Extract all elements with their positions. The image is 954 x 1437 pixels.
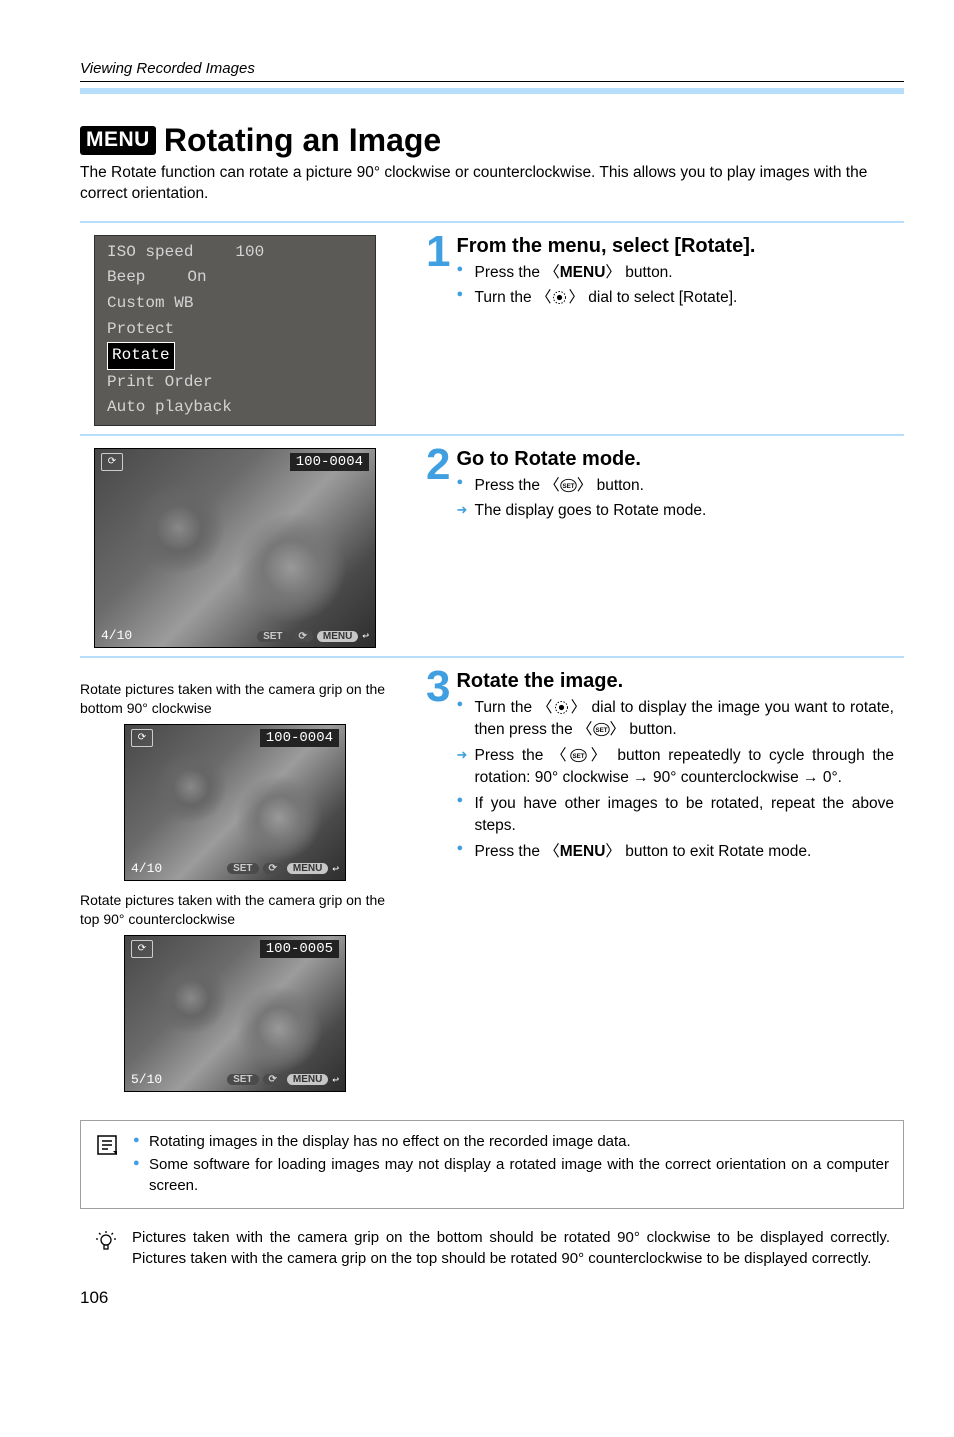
preview-caption: Rotate pictures taken with the camera gr…: [80, 680, 390, 718]
tip-box: Pictures taken with the camera grip on t…: [80, 1223, 904, 1275]
svg-text:SET: SET: [562, 483, 574, 490]
image-preview: ⟳ 100-0004 4/10 SET ⟳ MENU ↩: [94, 448, 376, 648]
rotate-icon: ⟳: [101, 453, 123, 471]
note-item: Some software for loading images may not…: [133, 1154, 889, 1196]
menu-pill: MENU: [317, 631, 358, 642]
step-3-title: Rotate the image.: [456, 670, 894, 693]
svg-text:SET: SET: [573, 753, 585, 760]
step-number-3: 3: [426, 670, 450, 704]
menu-pill: MENU: [287, 1074, 328, 1085]
step-2-title: Go to Rotate mode.: [456, 448, 894, 471]
step-3-bullet: Turn the 〈〉 dial to display the image yo…: [456, 697, 894, 742]
menu-badge: MENU: [80, 126, 156, 155]
rotate-icon: ⟳: [131, 729, 153, 747]
menu-item-selected: Rotate: [107, 342, 175, 370]
rotate-pill: ⟳: [263, 863, 283, 874]
note-box: Rotating images in the display has no ef…: [80, 1120, 904, 1209]
step-2-result: The display goes to Rotate mode.: [456, 500, 894, 522]
intro-text: The Rotate function can rotate a picture…: [80, 163, 904, 205]
step-1-bullet: Turn the 〈〉 dial to select [Rotate].: [456, 287, 894, 309]
image-counter: 4/10: [131, 861, 162, 876]
step-3-bullet: Press the 〈MENU〉 button to exit Rotate m…: [456, 841, 894, 863]
menu-item-value: 100: [235, 240, 264, 266]
menu-item-label: Custom WB: [107, 291, 193, 317]
set-pill: SET: [257, 631, 288, 642]
rotate-pill: ⟳: [263, 1074, 283, 1085]
step-number-2: 2: [426, 448, 450, 482]
menu-item-label: Auto playback: [107, 395, 232, 421]
dial-icon: [551, 290, 568, 305]
menu-button-text: MENU: [560, 843, 606, 860]
svg-text:SET: SET: [595, 727, 607, 734]
tip-icon: [94, 1227, 118, 1257]
page-title: Rotating an Image: [164, 122, 441, 159]
preview-caption: Rotate pictures taken with the camera gr…: [80, 891, 390, 929]
note-item: Rotating images in the display has no ef…: [133, 1131, 889, 1152]
image-counter: 4/10: [101, 628, 132, 643]
set-icon: SET: [560, 478, 577, 493]
set-icon: SET: [570, 748, 587, 763]
set-icon: SET: [593, 722, 610, 737]
set-pill: SET: [227, 863, 258, 874]
image-preview-small: ⟳ 100-0005 5/10 SET ⟳ MENU ↩: [124, 935, 346, 1092]
image-counter: 5/10: [131, 1072, 162, 1087]
image-id: 100-0004: [290, 453, 369, 471]
header-divider: [80, 88, 904, 94]
return-icon: ↩: [362, 629, 369, 643]
image-id: 100-0005: [260, 940, 339, 958]
tip-text: Pictures taken with the camera grip on t…: [132, 1227, 890, 1271]
breadcrumb: Viewing Recorded Images: [80, 60, 904, 82]
step-3-bullet: If you have other images to be rotated, …: [456, 793, 894, 838]
note-icon: [95, 1131, 119, 1161]
step-number-1: 1: [426, 235, 450, 269]
image-preview-small: ⟳ 100-0004 4/10 SET ⟳ MENU ↩: [124, 724, 346, 881]
camera-menu-screenshot: ISO speed 100 Beep On Custom WB Protect Ro…: [94, 235, 376, 426]
menu-pill: MENU: [287, 863, 328, 874]
set-pill: SET: [227, 1074, 258, 1085]
rotate-pill: ⟳: [293, 631, 313, 642]
menu-item-label: Print Order: [107, 370, 213, 396]
page-number: 106: [80, 1288, 108, 1308]
step-3-result: Press the 〈SET〉 button repeatedly to cyc…: [456, 745, 894, 790]
menu-item-label: ISO speed: [107, 240, 193, 266]
dial-icon: [553, 700, 570, 715]
step-2-bullet: Press the 〈SET〉 button.: [456, 475, 894, 497]
rotate-icon: ⟳: [131, 940, 153, 958]
return-icon: ↩: [332, 862, 339, 876]
step-1-bullet: Press the 〈MENU〉 button.: [456, 262, 894, 284]
image-id: 100-0004: [260, 729, 339, 747]
return-icon: ↩: [332, 1073, 339, 1087]
menu-button-text: MENU: [560, 264, 606, 281]
menu-item-label: Beep: [107, 265, 145, 291]
menu-item-label: Protect: [107, 317, 174, 343]
menu-item-value: On: [187, 265, 206, 291]
step-1-title: From the menu, select [Rotate].: [456, 235, 894, 258]
